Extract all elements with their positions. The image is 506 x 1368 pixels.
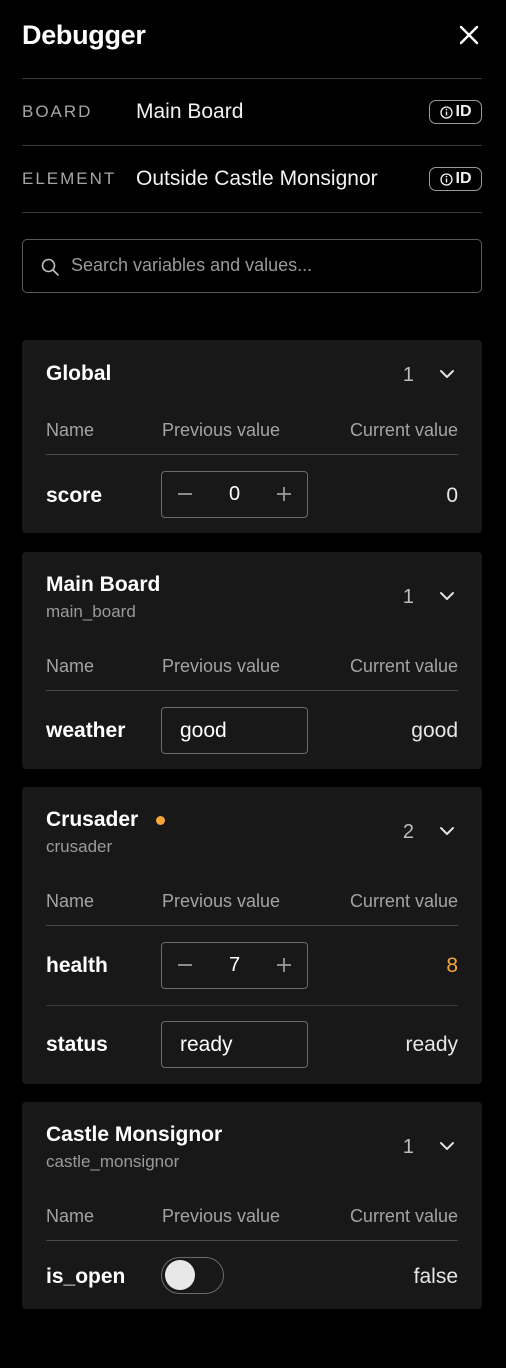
variable-name: is_open: [46, 1265, 126, 1288]
group-card-main-board: Main Board main_board 1 Name Previous va…: [22, 552, 482, 769]
group-card-castle-monsignor: Castle Monsignor castle_monsignor 1 Name…: [22, 1102, 482, 1309]
current-value: good: [411, 719, 458, 742]
element-value: Outside Castle Monsignor: [136, 167, 378, 190]
changed-indicator-dot: [156, 816, 165, 825]
increment-button[interactable]: [261, 472, 307, 516]
group-count: 2: [402, 821, 414, 843]
column-previous-header: Previous value: [162, 420, 281, 440]
minus-icon: [178, 493, 192, 495]
board-key: BOARD: [22, 102, 93, 121]
variable-name: weather: [46, 719, 126, 742]
decrement-button[interactable]: [162, 943, 208, 987]
toggle-knob: [165, 1260, 195, 1290]
current-value-changed: 8: [446, 954, 458, 977]
column-name-header: Name: [46, 420, 95, 440]
minus-icon: [178, 964, 192, 966]
board-row: BOARD Main Board ID: [22, 92, 482, 132]
previous-value-stepper: 0: [161, 471, 308, 518]
column-previous-header: Previous value: [162, 1206, 281, 1226]
group-subtitle: main_board: [46, 602, 136, 621]
plus-icon: [277, 487, 291, 501]
column-current-header: Current value: [349, 891, 458, 911]
current-value: 0: [446, 484, 458, 507]
element-id-button[interactable]: ID: [429, 167, 482, 191]
group-title: Global: [46, 362, 112, 385]
row-rule: [46, 1005, 458, 1006]
element-id-label: ID: [455, 170, 472, 187]
search-icon: [41, 258, 59, 276]
current-value: ready: [405, 1033, 458, 1056]
info-icon: [439, 172, 453, 186]
divider: [22, 145, 482, 146]
group-title: Crusader: [46, 808, 139, 831]
divider: [22, 78, 482, 79]
previous-value-toggle[interactable]: [161, 1257, 224, 1294]
group-card-global: Global 1 Name Previous value Current val…: [22, 340, 482, 533]
variable-name: health: [46, 954, 108, 977]
group-count: 1: [402, 364, 414, 386]
debugger-header: Debugger: [22, 18, 482, 58]
group-title: Castle Monsignor: [46, 1123, 223, 1146]
group-card-crusader: Crusader crusader 2 Name Previous value …: [22, 787, 482, 1084]
stepper-value[interactable]: 7: [208, 954, 261, 977]
column-name-header: Name: [46, 1206, 95, 1226]
search-box: [22, 239, 482, 293]
group-count: 1: [402, 586, 414, 608]
column-previous-header: Previous value: [162, 656, 281, 676]
search-input[interactable]: [71, 240, 471, 291]
element-key: ELEMENT: [22, 169, 117, 188]
decrement-button[interactable]: [162, 472, 208, 516]
increment-button[interactable]: [261, 943, 307, 987]
column-name-header: Name: [46, 656, 95, 676]
board-id-label: ID: [455, 103, 472, 120]
previous-value-input[interactable]: [161, 1021, 308, 1068]
previous-value-stepper: 7: [161, 942, 308, 989]
group-title: Main Board: [46, 573, 161, 596]
variable-name: status: [46, 1033, 108, 1056]
header-rule: [46, 454, 458, 455]
board-id-button[interactable]: ID: [429, 100, 482, 124]
column-current-header: Current value: [349, 1206, 458, 1226]
previous-value-input[interactable]: [161, 707, 308, 754]
chevron-down-icon[interactable]: [438, 590, 456, 602]
column-current-header: Current value: [349, 656, 458, 676]
debugger-panel: Debugger BOARD Main Board ID ELEMENT Out…: [0, 0, 506, 1368]
chevron-down-icon[interactable]: [438, 1140, 456, 1152]
variable-name: score: [46, 484, 103, 507]
current-value: false: [413, 1265, 458, 1288]
close-button[interactable]: [456, 22, 482, 48]
chevron-down-icon[interactable]: [438, 368, 456, 380]
info-icon: [439, 105, 453, 119]
chevron-down-icon[interactable]: [438, 825, 456, 837]
header-rule: [46, 1240, 458, 1241]
header-rule: [46, 925, 458, 926]
group-subtitle: crusader: [46, 837, 113, 856]
stepper-value[interactable]: 0: [208, 483, 261, 506]
group-count: 1: [402, 1136, 414, 1158]
group-subtitle: castle_monsignor: [46, 1152, 180, 1171]
column-name-header: Name: [46, 891, 95, 911]
column-current-header: Current value: [349, 420, 458, 440]
close-icon: [459, 25, 479, 45]
panel-title: Debugger: [22, 20, 146, 50]
board-value: Main Board: [136, 100, 244, 123]
plus-icon: [277, 958, 291, 972]
element-row: ELEMENT Outside Castle Monsignor ID: [22, 159, 482, 199]
column-previous-header: Previous value: [162, 891, 281, 911]
header-rule: [46, 690, 458, 691]
divider: [22, 212, 482, 213]
